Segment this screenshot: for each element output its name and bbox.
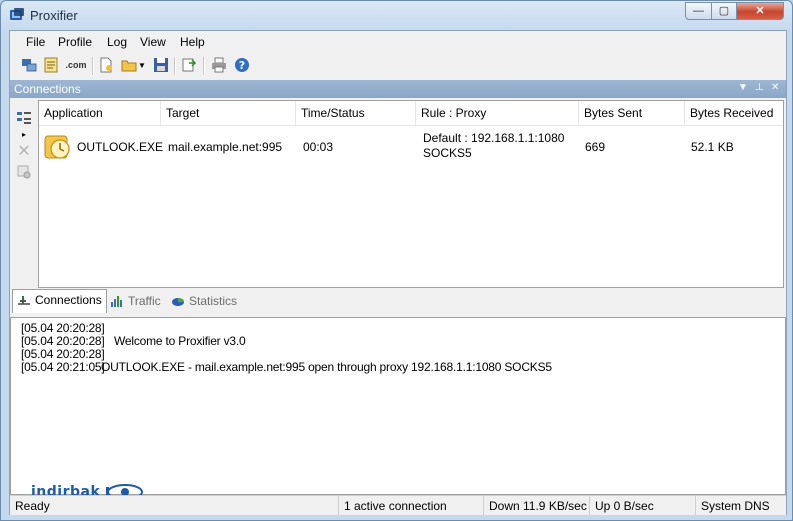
new-profile-icon[interactable] [97,56,115,74]
table-row[interactable]: OUTLOOK.EXE mail.example.net:995 00:03 D… [39,126,783,168]
log-time: [05.04 20:20:28] [21,321,105,335]
log-time: [05.04 20:20:28] [21,347,105,361]
rules-icon[interactable] [42,56,60,74]
menu-help[interactable]: Help [180,35,205,49]
toolbar: .com ▼ ? [10,53,786,79]
rule-text: Default : 192.168.1.1:1080 [423,131,565,145]
cell-bytes-sent: 669 [585,140,606,154]
toolbar-separator [203,57,205,75]
menu-profile[interactable]: Profile [58,35,92,49]
status-ready: Ready [15,499,50,513]
column-bytes-received[interactable]: Bytes Received [685,101,783,125]
help-icon[interactable]: ? [233,56,251,74]
connection-properties-icon[interactable] [15,163,33,181]
log-entry: [05.04 20:21:05] [21,360,105,374]
menu-file[interactable]: File [26,35,45,49]
column-target[interactable]: Target [161,101,296,125]
proxy-servers-icon[interactable] [20,56,38,74]
column-time-status[interactable]: Time/Status [296,101,416,125]
tab-connections[interactable]: Connections [12,289,107,313]
status-down-speed: Down 11.9 KB/sec [483,496,589,515]
toolbar-separator [174,57,176,75]
print-icon[interactable] [210,56,228,74]
cell-bytes-received: 52.1 KB [691,140,734,154]
proxifier-window: Proxifier — ▢ ✕ File Profile Log View He… [0,0,793,521]
pane-menu-icon[interactable]: ▼ [738,82,748,93]
minimize-button[interactable]: — [685,2,712,20]
proxifier-icon [10,8,24,20]
name-resolution-icon[interactable]: .com [65,56,87,74]
log-entry: [05.04 20:20:28] [21,347,105,361]
pane-close-icon[interactable]: ✕ [771,82,779,93]
cell-rule-proxy: Default : 192.168.1.1:1080 SOCKS5 [418,126,579,168]
window-title: Proxifier [30,8,78,23]
column-bytes-sent[interactable]: Bytes Sent [579,101,685,125]
tab-label: Statistics [189,294,238,308]
statistics-tab-icon [172,298,184,306]
export-icon[interactable] [180,56,198,74]
svg-text:?: ? [239,59,245,72]
status-up-speed: Up 0 B/sec [589,496,695,515]
connection-side-toolbar: ▸ ✕ [10,99,37,287]
cell-application: OUTLOOK.EXE [39,126,164,168]
tab-traffic[interactable]: Traffic [106,291,165,311]
column-application[interactable]: Application [39,101,161,125]
status-connections: 1 active connection [338,496,483,515]
maximize-button[interactable]: ▢ [711,2,737,20]
proxy-text: SOCKS5 [423,146,472,160]
connections-tab-icon [18,296,30,305]
table-header: Application Target Time/Status Rule : Pr… [39,101,783,126]
status-bar: Ready 1 active connection Down 11.9 KB/s… [10,495,786,515]
log-entry: [05.04 20:20:28] [21,321,105,335]
menu-view[interactable]: View [140,35,166,49]
log-entry: [05.04 20:20:28] [21,334,105,348]
tab-statistics[interactable]: Statistics [167,291,241,311]
dropdown-arrow-icon[interactable]: ▼ [137,56,147,74]
log-time: [05.04 20:20:28] [21,334,105,348]
open-profile-icon[interactable] [120,56,138,74]
view-tabs: Connections Traffic Statistics [10,289,786,313]
connections-pane-header: Connections ▼ ⊥ ✕ [10,80,786,98]
tab-label: Traffic [128,294,161,308]
close-button[interactable]: ✕ [736,2,784,20]
toolbar-separator [92,57,94,75]
outlook-icon [44,135,70,159]
connections-table: Application Target Time/Status Rule : Pr… [38,100,784,288]
log-message: Welcome to Proxifier v3.0 [114,334,246,348]
log-time: [05.04 20:21:05] [21,360,105,374]
close-connection-icon[interactable]: ✕ [15,142,33,160]
log-message: OUTLOOK.EXE - mail.example.net:995 open … [101,360,552,374]
pane-title: Connections [14,82,81,96]
cell-time-status: 00:03 [303,140,334,154]
tab-label: Connections [35,293,102,307]
cell-target: mail.example.net:995 [168,140,283,154]
menu-bar: File Profile Log View Help [10,31,786,53]
log-panel[interactable]: [05.04 20:20:28] [05.04 20:20:28] Welcom… [10,317,786,495]
client-area: File Profile Log View Help .com ▼ ? Conn… [9,30,787,515]
save-profile-icon[interactable] [152,56,170,74]
column-rule-proxy[interactable]: Rule : Proxy [416,101,579,125]
pane-pin-icon[interactable]: ⊥ [755,82,764,93]
title-bar[interactable]: Proxifier — ▢ ✕ [1,1,792,29]
application-name: OUTLOOK.EXE [77,140,164,154]
traffic-tab-icon [111,296,122,307]
menu-log[interactable]: Log [107,35,127,49]
status-dns: System DNS [695,496,786,515]
